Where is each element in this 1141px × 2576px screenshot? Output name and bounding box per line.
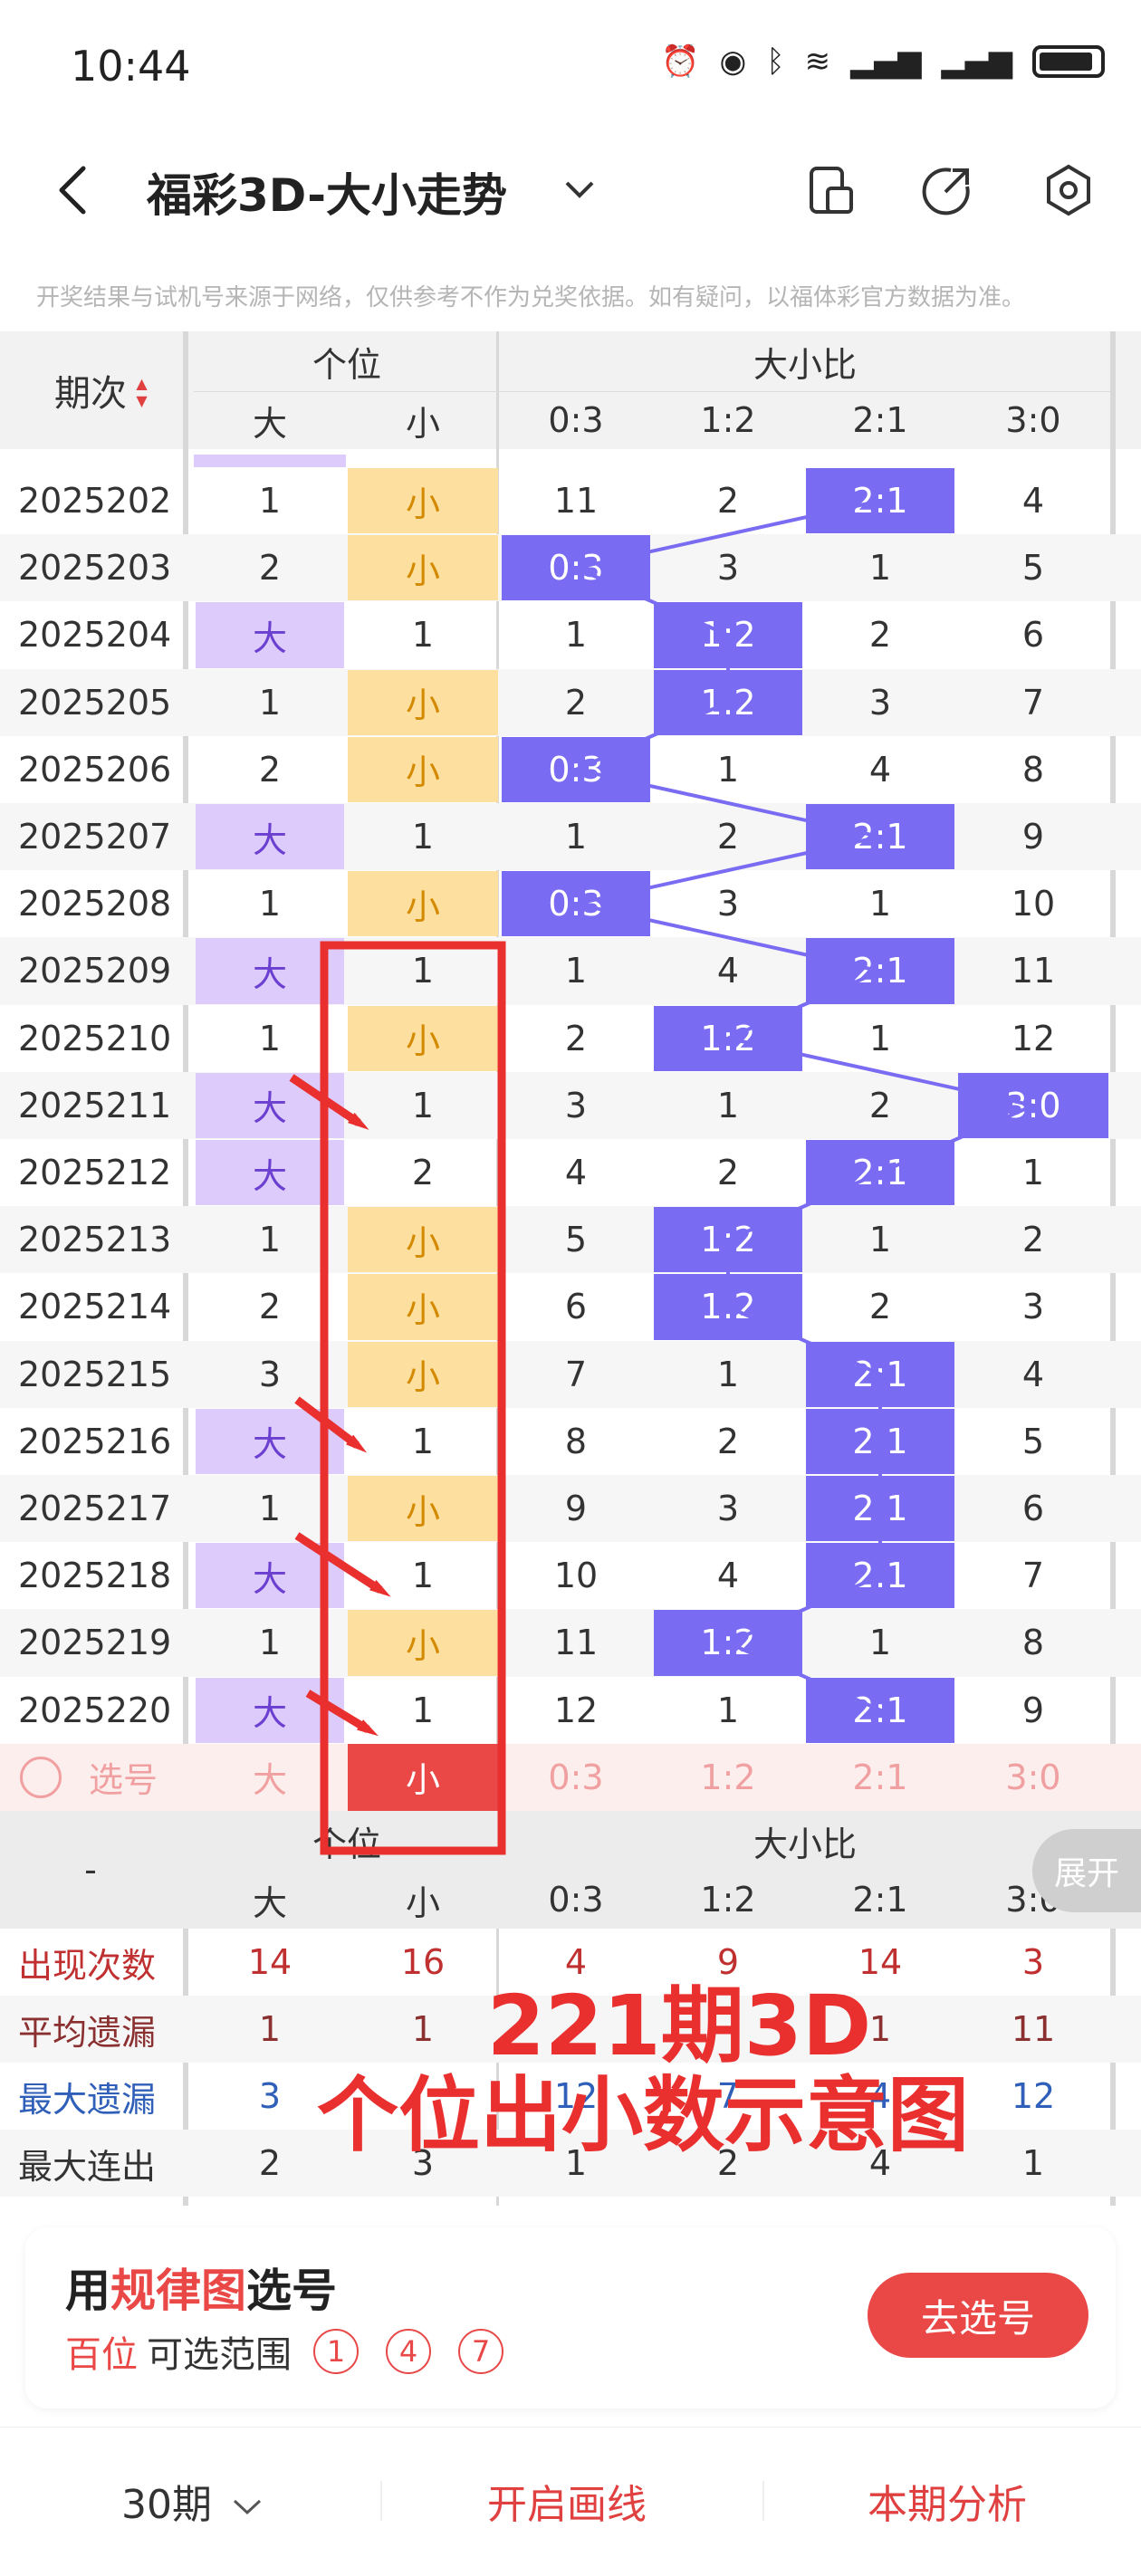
trend-line: [575, 700, 729, 771]
expand-button[interactable]: 展开: [1032, 1829, 1141, 1912]
trend-line: [575, 499, 881, 570]
panel-title-pre: 用: [65, 2265, 110, 2317]
go-pick-button[interactable]: 去选号: [868, 2273, 1088, 2358]
annotation-arrow: [289, 1074, 369, 1130]
trend-line: [575, 835, 881, 906]
footer-divider: [762, 2481, 764, 2521]
periods-selector[interactable]: 30期: [121, 2472, 263, 2530]
panel-title-red: 规律图: [110, 2265, 246, 2317]
chevron-down-icon: [233, 2499, 262, 2515]
trend-line: [575, 902, 881, 973]
range-number: 4: [386, 2329, 431, 2374]
analysis-button[interactable]: 本期分析: [868, 2472, 1027, 2530]
annotation-arrow: [305, 1690, 379, 1737]
footer-divider: [380, 2481, 382, 2521]
panel-subtitle: 百位 可选范围 1 4 7: [65, 2325, 522, 2378]
draw-line-button[interactable]: 开启画线: [487, 2472, 647, 2530]
trend-line: [727, 1305, 881, 1376]
panel-sub-text: 可选范围: [147, 2334, 292, 2376]
trend-line: [575, 566, 729, 637]
trend-line: [879, 1104, 1034, 1174]
periods-label: 30期: [121, 2482, 212, 2528]
trend-line: [727, 1036, 1034, 1107]
overlay-title-line2: 个位出小数示意图: [317, 2068, 969, 2163]
panel-sub-red: 百位: [65, 2334, 138, 2376]
panel-title-post: 选号: [246, 2265, 337, 2317]
range-number: 7: [458, 2329, 503, 2374]
panel-title: 用规律图选号: [65, 2255, 337, 2320]
annotation-arrow: [294, 1396, 368, 1453]
trend-line: [727, 1171, 881, 1242]
trend-line: [727, 1574, 881, 1645]
annotation-arrow: [294, 1532, 391, 1597]
range-number: 1: [313, 2329, 359, 2374]
trend-line: [575, 767, 881, 839]
trend-line: [727, 969, 881, 1040]
overlay-title-line1: 221期3D: [486, 1977, 872, 2074]
trend-line: [727, 1641, 881, 1712]
annotation-overlay: [289, 499, 1034, 1855]
